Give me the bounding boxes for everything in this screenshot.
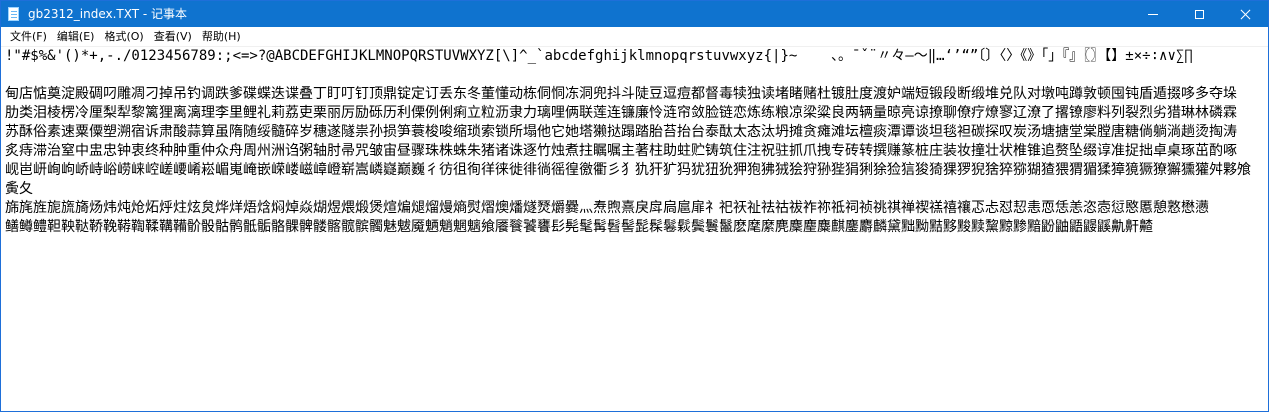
minimize-icon [1148, 13, 1158, 15]
text-editor[interactable]: !"#$%&'()*+,-./0123456789:;<=>?@ABCDEFGH… [1, 46, 1268, 411]
window-controls [1130, 1, 1268, 27]
maximize-icon [1194, 9, 1204, 19]
editor-text-content[interactable]: !"#$%&'()*+,-./0123456789:;<=>?@ABCDEFGH… [1, 47, 1259, 237]
window-title: gb2312_index.TXT - 记事本 [28, 7, 188, 21]
maximize-button[interactable] [1176, 1, 1222, 27]
menu-view[interactable]: 查看(V) [149, 27, 197, 46]
title-bar-left: gb2312_index.TXT - 记事本 [1, 1, 187, 27]
menu-help[interactable]: 帮助(H) [197, 27, 246, 46]
page-icon [8, 7, 19, 21]
close-button[interactable] [1222, 1, 1268, 27]
title-bar[interactable]: gb2312_index.TXT - 记事本 [1, 1, 1268, 27]
menu-file[interactable]: 文件(F) [5, 27, 52, 46]
menu-bar: 文件(F) 编辑(E) 格式(O) 查看(V) 帮助(H) [1, 27, 1268, 46]
menu-format[interactable]: 格式(O) [99, 27, 148, 46]
notepad-window: gb2312_index.TXT - 记事本 文件(F) 编辑(E) 格式(O)… [0, 0, 1269, 412]
notepad-app-icon [7, 6, 21, 22]
menu-edit[interactable]: 编辑(E) [52, 27, 100, 46]
minimize-button[interactable] [1130, 1, 1176, 27]
close-icon [1240, 9, 1251, 20]
